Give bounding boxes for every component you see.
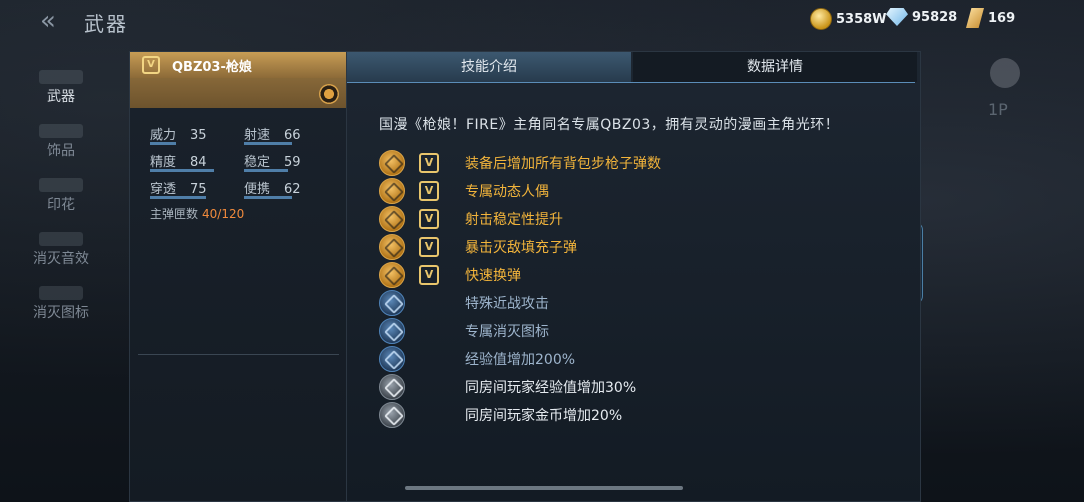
room-exp-icon: [379, 374, 405, 400]
top-bar: « 武器 5358W 95828 169: [0, 0, 1084, 44]
tier-badge: V: [419, 181, 439, 201]
sidebar-item-label: 消灭图标: [33, 305, 89, 321]
weapon-info-panel: V QBZ03-枪娘 威力 35 射速 66 精度 84 稳定 59 穿透 75 便携 62: [129, 51, 348, 502]
stat-fire-rate: 射速 66: [244, 128, 301, 145]
stat-power: 威力 35: [150, 128, 207, 145]
skill-row: 同房间玩家金币增加20%: [379, 401, 622, 429]
settings-icon[interactable]: [990, 58, 1020, 88]
sticker-icon: [39, 178, 83, 192]
weapon-intro: 国漫《枪娘！FIRE》主角同名专属QBZ03，拥有灵动的漫画主角光环！: [379, 117, 840, 133]
skill-row: V 射击稳定性提升: [379, 205, 563, 233]
sidebar-item-sticker[interactable]: 印花: [20, 178, 102, 214]
kill-sound-icon: [39, 232, 83, 246]
kill-icon: [379, 318, 405, 344]
gold-amount: 5358W: [836, 11, 887, 27]
skill-row: 经验值增加200%: [379, 345, 575, 373]
skill-row: V 装备后增加所有背包步枪子弹数: [379, 149, 661, 177]
stat-bar: [244, 142, 292, 145]
kill-badge-icon: [39, 286, 83, 300]
stat-penetration: 穿透 75: [150, 182, 207, 199]
skill-text: 暴击灭敌填充子弹: [465, 240, 577, 256]
tier-badge: V: [419, 153, 439, 173]
skill-text: 专属消灭图标: [465, 324, 549, 340]
skill-row: V 暴击灭敌填充子弹: [379, 233, 577, 261]
sidebar-item-label: 印花: [47, 197, 75, 213]
skill-row: V 专属动态人偶: [379, 177, 549, 205]
refill-icon: [379, 234, 405, 260]
skill-text: 快速换弹: [465, 268, 521, 284]
stat-bar: [244, 196, 292, 199]
skill-text: 同房间玩家经验值增加30%: [465, 380, 637, 396]
tier-badge: V: [419, 209, 439, 229]
stat-stability: 稳定 59: [244, 155, 301, 172]
skill-text: 专属动态人偶: [465, 184, 549, 200]
weapon-icon: [39, 70, 83, 84]
sidebar-item-weapon[interactable]: 武器: [0, 64, 124, 112]
stat-bar: [244, 169, 288, 172]
skill-text: 装备后增加所有背包步枪子弹数: [465, 156, 661, 172]
tier-badge: V: [142, 56, 160, 74]
sidebar-item-label: 消灭音效: [33, 251, 89, 267]
sidebar-item-label: 饰品: [47, 143, 75, 159]
skill-text: 特殊近战攻击: [465, 296, 549, 312]
stat-accuracy: 精度 84: [150, 151, 214, 172]
stat-bar: [150, 196, 206, 199]
sidebar-item-label: 武器: [47, 89, 75, 105]
ticket-currency[interactable]: 169: [966, 8, 1015, 28]
accessory-icon: [39, 124, 83, 138]
ammo-boost-icon: [379, 150, 405, 176]
ticket-icon: [966, 8, 984, 28]
stability-icon: [379, 206, 405, 232]
detail-panel: 技能介绍 数据详情 国漫《枪娘！FIRE》主角同名专属QBZ03，拥有灵动的漫画…: [346, 51, 921, 502]
horizontal-scrollbar[interactable]: [405, 486, 683, 490]
sidebar-item-kill-sound[interactable]: 消灭音效: [20, 232, 102, 268]
divider: [138, 354, 339, 355]
diamond-amount: 95828: [912, 9, 958, 25]
back-icon[interactable]: «: [40, 8, 70, 34]
diamond-currency[interactable]: 95828: [886, 8, 957, 26]
melee-icon: [379, 290, 405, 316]
skill-row: 同房间玩家经验值增加30%: [379, 373, 636, 401]
ammo-label: 主弹匣数: [150, 207, 199, 221]
ticket-amount: 169: [988, 10, 1016, 26]
skill-text: 同房间玩家金币增加20%: [465, 408, 623, 424]
skill-row: 专属消灭图标: [379, 317, 549, 345]
gold-currency[interactable]: 5358W: [810, 8, 887, 30]
page-title: 武器: [84, 12, 128, 36]
skill-text: 射击稳定性提升: [465, 212, 563, 228]
skill-row: V 快速换弹: [379, 261, 521, 289]
stat-bar: [150, 142, 176, 145]
doll-icon: [379, 178, 405, 204]
exp-icon: [379, 346, 405, 372]
skill-row: 特殊近战攻击: [379, 289, 549, 317]
ammo-info: 主弹匣数 40/120: [150, 205, 244, 222]
sidebar-item-kill-icon[interactable]: 消灭图标: [20, 286, 102, 322]
rarity-icon: [319, 84, 339, 104]
weapon-name: QBZ03-枪娘: [172, 59, 252, 75]
diamond-icon: [886, 8, 908, 26]
tab-skill-intro[interactable]: 技能介绍: [347, 52, 631, 82]
reload-icon: [379, 262, 405, 288]
stat-bar: [150, 169, 214, 172]
tab-data-details[interactable]: 数据详情: [633, 52, 917, 82]
player-slot-icon: 1P: [988, 100, 1008, 119]
ammo-value: 40/120: [202, 207, 245, 221]
gold-coin-icon: [810, 8, 832, 30]
tier-badge: V: [419, 265, 439, 285]
tab-bar: 技能介绍 数据详情: [347, 52, 917, 83]
weapon-header: V QBZ03-枪娘: [130, 52, 347, 108]
room-coin-icon: [379, 402, 405, 428]
sidebar-item-accessory[interactable]: 饰品: [20, 124, 102, 160]
stat-portability: 便携 62: [244, 182, 301, 199]
skill-text: 经验值增加200%: [465, 352, 576, 368]
tier-badge: V: [419, 237, 439, 257]
